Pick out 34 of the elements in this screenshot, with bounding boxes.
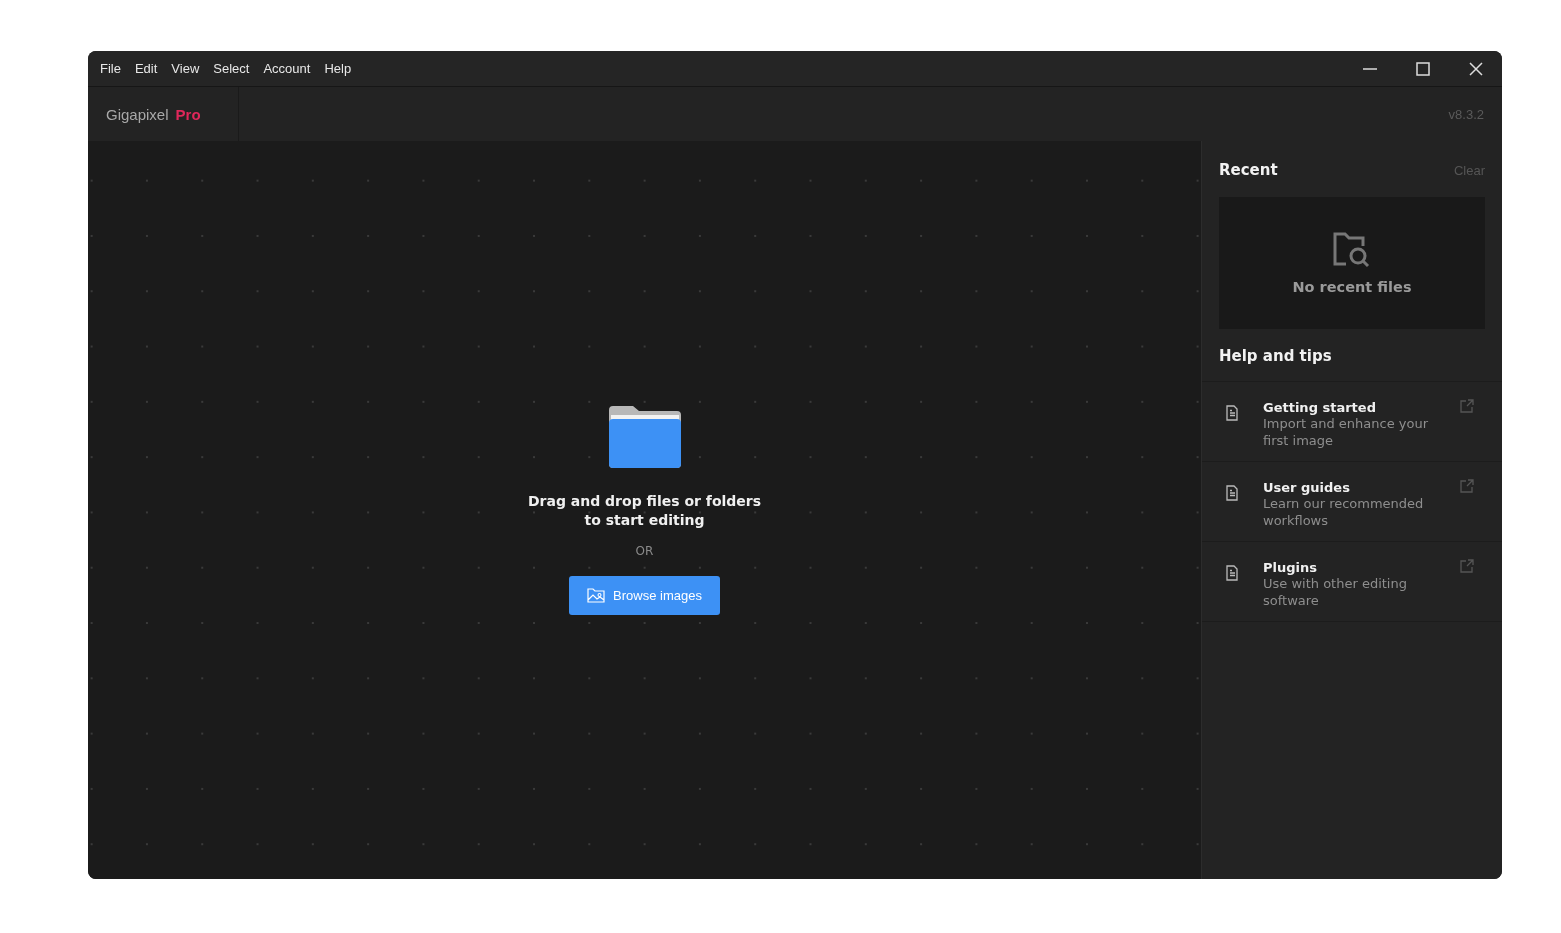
menu-item[interactable]: Help [318, 56, 358, 81]
or-separator: OR [635, 543, 654, 558]
external-link-icon [1460, 399, 1474, 413]
edition-label: Pro [175, 105, 201, 123]
help-link-item[interactable]: User guides Learn our recommended workflows [1202, 462, 1502, 542]
menu-item[interactable]: File [94, 56, 127, 81]
help-item-title: Getting started [1263, 399, 1377, 416]
folder-search-icon [1332, 231, 1372, 269]
menu-item[interactable]: Select [207, 56, 256, 81]
app-name: Gigapixel [106, 105, 169, 123]
document-icon [1225, 485, 1239, 501]
drop-instructions: Drag and drop files or folders to start editing [527, 491, 762, 530]
document-icon [1225, 405, 1239, 421]
maximize-icon [1414, 60, 1431, 77]
help-item-description: Import and enhance your first image [1263, 416, 1430, 449]
image-folder-icon [587, 587, 606, 603]
help-item-title: Plugins [1263, 559, 1318, 576]
external-link-icon [1460, 479, 1474, 493]
menu-item[interactable]: Edit [128, 56, 164, 81]
empty-message: No recent files [1292, 279, 1412, 295]
folder-icon [608, 405, 681, 468]
menu-item[interactable]: Account [257, 56, 317, 81]
recent-title: Recent [1219, 161, 1278, 179]
menu-item[interactable]: View [165, 56, 206, 81]
help-link-item[interactable]: Getting started Import and enhance your first image [1202, 382, 1502, 462]
minimize-icon [1362, 67, 1377, 70]
help-title: Help and tips [1219, 347, 1332, 365]
external-link-icon [1460, 559, 1474, 573]
help-item-description: Use with other editing software [1263, 576, 1408, 609]
help-item-description: Learn our recommended workflows [1263, 496, 1425, 529]
document-icon [1225, 565, 1239, 581]
close-icon [1467, 60, 1484, 77]
help-item-title: User guides [1263, 479, 1351, 496]
help-link-item[interactable]: Plugins Use with other editing software [1202, 542, 1502, 622]
